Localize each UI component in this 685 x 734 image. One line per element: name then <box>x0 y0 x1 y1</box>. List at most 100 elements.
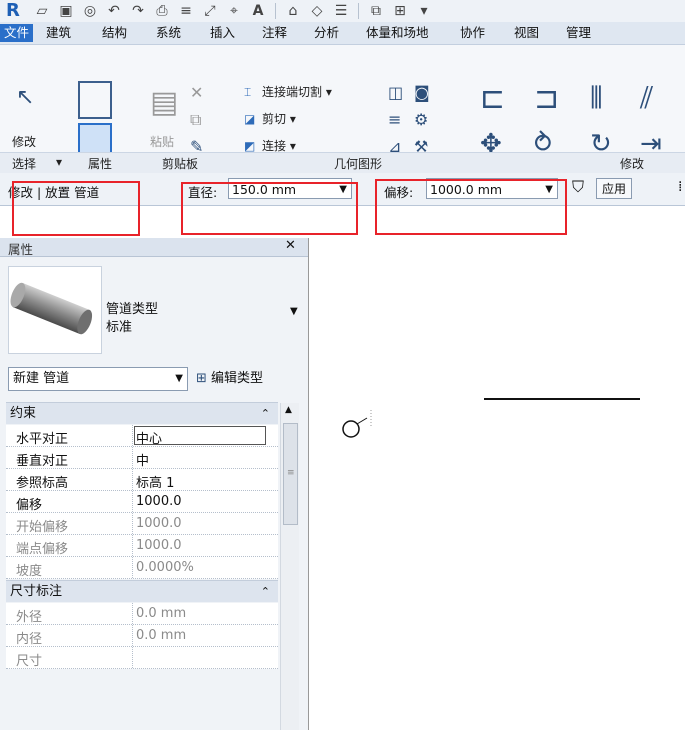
type-preview <box>8 266 102 354</box>
property-row: 坡度 0.0000% <box>6 557 278 579</box>
cut-geometry-button[interactable]: ◪ 剪切 ▾ <box>244 110 296 127</box>
type-selector[interactable]: 管道类型 标准 ▼ <box>104 266 304 352</box>
section-icon[interactable]: ◇ <box>308 2 326 20</box>
property-value[interactable]: 标高 1 <box>136 472 174 491</box>
property-name: 参照标高 <box>16 476 69 491</box>
chevron-down-icon[interactable]: ▼ <box>290 306 298 317</box>
customize-dropdown-icon[interactable]: ▾ <box>415 2 433 20</box>
cut-clipboard-icon[interactable]: ✕ <box>190 83 203 102</box>
pipe-preview-icon <box>10 282 93 335</box>
tab-collaborate[interactable]: 协作 <box>456 24 489 42</box>
property-row: 开始偏移 1000.0 <box>6 513 278 535</box>
collapse-icon[interactable]: ⌃ <box>261 403 270 425</box>
sync-icon[interactable]: ◎ <box>81 2 99 20</box>
select-cursor-icon[interactable]: ↖ <box>16 85 34 110</box>
close-icon[interactable]: ✕ <box>285 238 296 253</box>
mirror-draw-axis-icon[interactable]: ⫽ <box>640 81 653 116</box>
tab-insert[interactable]: 插入 <box>206 24 239 42</box>
column-divider <box>132 647 133 668</box>
property-row[interactable]: 偏移 1000.0 <box>6 491 278 513</box>
text-icon[interactable]: A <box>249 2 267 20</box>
tab-annotate[interactable]: 注释 <box>258 24 291 42</box>
property-value[interactable]: 中心 <box>136 428 162 447</box>
panel-select-label[interactable]: 选择 <box>12 155 36 172</box>
property-value: 0.0 mm <box>136 606 187 621</box>
group-dimensions[interactable]: 尺寸标注 ⌃ <box>6 580 278 602</box>
property-row[interactable]: 水平对正 中心 <box>6 425 278 447</box>
align-icon[interactable]: ⊏ <box>480 81 505 116</box>
scrollbar-thumb[interactable]: ≡ <box>283 423 298 525</box>
dimension-icon[interactable]: ⤢ <box>201 2 219 20</box>
group-constraints[interactable]: 约束 ⌃ <box>6 402 278 424</box>
thin-lines-icon[interactable]: ☰ <box>332 2 350 20</box>
scroll-up-icon[interactable]: ▲ <box>285 405 292 415</box>
paint-icon[interactable]: ≡ <box>388 110 401 129</box>
canvas-drawing <box>342 398 640 438</box>
instance-filter-value: 新建 管道 <box>13 371 70 386</box>
copy-icon[interactable]: ⧉ <box>190 110 201 130</box>
more-options-icon[interactable]: ⁞ <box>678 179 682 195</box>
column-divider <box>132 425 133 446</box>
wall-joins-icon[interactable]: ◫ <box>388 83 403 102</box>
tab-analyze[interactable]: 分析 <box>310 24 343 42</box>
paste-label[interactable]: 粘贴 <box>150 133 174 150</box>
mirror-pick-axis-icon[interactable]: ⫴ <box>590 81 603 116</box>
apply-button[interactable]: 应用 <box>596 178 633 199</box>
modify-button-label[interactable]: 修改 <box>12 133 36 150</box>
property-row: 内径 0.0 mm <box>6 625 278 647</box>
tab-systems[interactable]: 系统 <box>152 24 185 42</box>
lock-icon[interactable]: ⛉ <box>572 177 584 197</box>
property-value[interactable]: 中 <box>136 450 149 469</box>
column-divider <box>132 513 133 534</box>
measure-icon[interactable]: ≡ <box>177 2 195 20</box>
cope-button[interactable]: ⌶ 连接端切割 ▾ <box>244 83 332 100</box>
type-properties-icon[interactable] <box>78 81 112 119</box>
property-row: 外径 0.0 mm <box>6 603 278 625</box>
tab-architecture[interactable]: 建筑 <box>42 24 75 42</box>
edit-type-label: 编辑类型 <box>211 371 264 386</box>
chevron-down-icon[interactable]: ▼ <box>175 368 183 390</box>
property-row[interactable]: 参照标高 标高 1 <box>6 469 278 491</box>
property-value[interactable]: 1000.0 <box>136 494 182 509</box>
property-value: 1000.0 <box>136 516 182 531</box>
close-views-icon[interactable]: ⧉ <box>367 2 385 20</box>
highlight-box-diameter <box>181 182 358 235</box>
paste-icon[interactable]: ▤ <box>150 85 178 120</box>
toolbar-separator <box>358 3 359 19</box>
tab-manage[interactable]: 管理 <box>562 24 595 42</box>
demolish-icon[interactable]: ⚙ <box>414 110 428 129</box>
print-icon[interactable]: ⎙ <box>153 2 171 20</box>
edit-type-button[interactable]: ⊞ 编辑类型 <box>196 367 263 391</box>
property-name: 坡度 <box>16 564 43 579</box>
drawing-canvas[interactable] <box>309 238 685 730</box>
tab-view[interactable]: 视图 <box>510 24 543 42</box>
property-name: 外径 <box>16 610 43 625</box>
property-name: 端点偏移 <box>16 542 69 557</box>
tab-massing-site[interactable]: 体量和场地 <box>362 24 433 42</box>
property-row: 端点偏移 1000.0 <box>6 535 278 557</box>
property-row[interactable]: 垂直对正 中 <box>6 447 278 469</box>
property-name: 开始偏移 <box>16 520 69 535</box>
tag-icon[interactable]: ⌖ <box>225 2 243 20</box>
collapse-icon[interactable]: ⌃ <box>261 581 270 603</box>
offset-icon[interactable]: ⊐ <box>534 81 559 116</box>
cursor-target-icon <box>342 420 360 438</box>
panel-select-dropdown-icon[interactable]: ▾ <box>56 155 62 169</box>
properties-header <box>0 238 308 257</box>
open-icon[interactable]: ▱ <box>33 2 51 20</box>
instance-filter-dropdown[interactable]: 新建 管道 ▼ <box>8 367 188 391</box>
view-3d-icon[interactable]: ⌂ <box>284 2 302 20</box>
switch-windows-icon[interactable]: ⊞ <box>391 2 409 20</box>
property-row: 尺寸 <box>6 647 278 669</box>
redo-icon[interactable]: ↷ <box>129 2 147 20</box>
properties-title: 属性 <box>8 242 34 257</box>
tab-structure[interactable]: 结构 <box>98 24 131 42</box>
save-icon[interactable]: ▣ <box>57 2 75 20</box>
column-divider <box>132 625 133 646</box>
undo-icon[interactable]: ↶ <box>105 2 123 20</box>
revit-logo-icon[interactable]: R <box>6 2 22 20</box>
grip-icon: ≡ <box>287 468 295 478</box>
tab-file[interactable]: 文件 <box>0 24 34 42</box>
highlight-box-context <box>12 181 140 236</box>
split-face-icon[interactable]: ◙ <box>414 83 430 102</box>
